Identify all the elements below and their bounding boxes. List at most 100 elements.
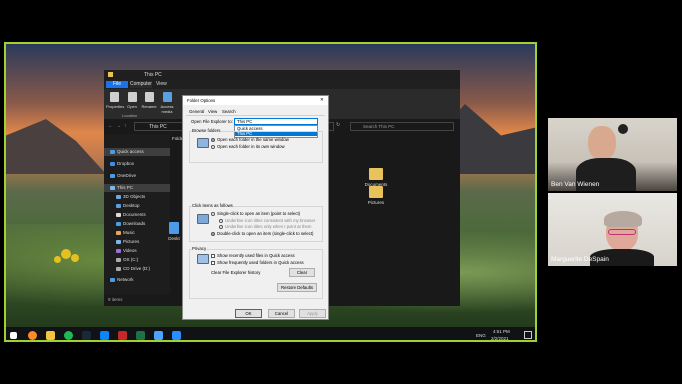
radio-double-click[interactable]: Double-click to open an item (single-cli… — [211, 231, 313, 236]
properties-label: Properties — [106, 104, 125, 109]
open-button[interactable]: Open — [124, 92, 140, 109]
checkbox-icon — [211, 253, 215, 258]
disc-icon — [116, 266, 121, 271]
tab-view[interactable]: View — [156, 81, 167, 88]
checkbox-frequent-folders[interactable]: Show frequently used folders in Quick ac… — [211, 260, 304, 265]
nav-label: Quick access — [117, 149, 144, 154]
navigation-pane: Quick access Dropbox OneDrive This PC 3D… — [104, 134, 170, 294]
clock-time[interactable]: 4:51 PM — [493, 329, 510, 334]
nav-cd-drive[interactable]: CD Drive (D:) — [116, 265, 150, 273]
nav-quick-access[interactable]: Quick access — [104, 148, 170, 156]
restore-defaults-button[interactable]: Restore Defaults — [277, 283, 317, 292]
nav-os-c[interactable]: OS (C:) — [116, 256, 138, 264]
star-icon — [110, 149, 115, 154]
mail-icon[interactable] — [154, 331, 163, 340]
radio-label: Underline icon titles only when I point … — [225, 224, 312, 229]
nav-this-pc[interactable]: This PC — [104, 184, 170, 192]
participant-video-2[interactable]: Marguerite DeSpain — [548, 193, 677, 266]
nav-pictures[interactable]: Pictures — [116, 238, 139, 246]
nav-label: 3D Objects — [123, 194, 146, 199]
firefox-icon[interactable] — [28, 331, 37, 340]
nav-label: Music — [123, 230, 135, 235]
open-explorer-label: Open File Explorer to: — [191, 119, 233, 124]
radio-icon — [211, 231, 215, 236]
folder-desktop[interactable]: Deskt — [166, 222, 182, 241]
back-icon[interactable]: ← — [108, 123, 113, 129]
refresh-icon[interactable]: ↻ — [336, 122, 340, 128]
folder-icon — [369, 168, 383, 180]
folder-pictures[interactable]: Pictures — [359, 186, 393, 205]
clock-date[interactable]: 2/2/2021 — [491, 336, 509, 340]
tab-view[interactable]: View — [208, 109, 217, 114]
status-bar: 9 items — [108, 297, 123, 302]
properties-button[interactable]: Properties — [106, 92, 125, 109]
rename-label: Rename — [141, 104, 157, 109]
folder-label: Deskt — [168, 236, 180, 241]
nav-videos[interactable]: Videos — [116, 247, 137, 255]
radio-label: Single-click to open an item (point to s… — [217, 211, 301, 216]
spotify-icon[interactable] — [64, 331, 73, 340]
glasses-shape — [608, 229, 636, 235]
close-icon[interactable]: ✕ — [320, 97, 324, 103]
radio-same-window[interactable]: Open each folder in the same window — [211, 137, 289, 142]
excel-icon[interactable] — [136, 331, 145, 340]
apply-button[interactable]: Apply — [299, 309, 326, 318]
nav-downloads[interactable]: Downloads — [116, 220, 145, 228]
tab-file[interactable]: File — [106, 81, 128, 88]
radio-label: Open each folder in the same window — [217, 137, 289, 142]
dropbox-icon — [110, 161, 115, 166]
nav-3d-objects[interactable]: 3D Objects — [116, 193, 145, 201]
checkbox-label: Show recently used files in Quick access — [217, 253, 295, 258]
access-media-button[interactable]: Access media — [159, 92, 175, 114]
radio-own-window[interactable]: Open each folder in its own window — [211, 144, 285, 149]
tab-computer[interactable]: Computer — [130, 81, 152, 88]
nav-dropbox[interactable]: Dropbox — [110, 160, 134, 168]
folder-label: Pictures — [367, 200, 385, 205]
nav-label: Videos — [123, 248, 137, 253]
nav-desktop[interactable]: Desktop — [116, 202, 140, 210]
search-field[interactable]: Search This PC — [350, 122, 454, 131]
nav-label: CD Drive (D:) — [123, 266, 150, 271]
open-explorer-dropdown[interactable]: This PC — [234, 118, 318, 125]
folder-documents[interactable]: Documents — [359, 168, 393, 187]
open-icon — [127, 92, 137, 102]
radio-underline-browser[interactable]: Underline icon titles consistent with my… — [219, 218, 315, 223]
app-icon[interactable] — [118, 331, 127, 340]
file-explorer-icon[interactable] — [46, 331, 55, 340]
notification-icon[interactable] — [524, 331, 532, 339]
click-items-label: Click items as follows — [192, 203, 233, 208]
clear-button[interactable]: Clear — [289, 268, 315, 277]
windows-start-icon[interactable] — [10, 332, 17, 339]
radio-underline-point[interactable]: Underline icon titles only when I point … — [219, 224, 311, 229]
rename-button[interactable]: Rename — [141, 92, 157, 109]
dialog-titlebar: Folder Options ✕ — [183, 96, 328, 105]
nav-documents[interactable]: Documents — [116, 211, 146, 219]
language-indicator[interactable]: ENG — [476, 333, 486, 338]
nav-onedrive[interactable]: OneDrive — [110, 172, 136, 180]
checkbox-recent-files[interactable]: Show recently used files in Quick access — [211, 253, 295, 258]
tab-search[interactable]: Search — [222, 109, 236, 114]
privacy-icon — [197, 254, 209, 264]
radio-single-click[interactable]: Single-click to open an item (point to s… — [211, 211, 300, 216]
forward-icon[interactable]: → — [116, 123, 121, 129]
tab-general[interactable]: General — [189, 109, 204, 114]
steam-icon[interactable] — [82, 331, 91, 340]
shared-screen: This PC File Computer View Properties Op… — [4, 42, 537, 342]
drive-icon — [116, 257, 121, 262]
radio-icon — [211, 211, 215, 216]
window-icon — [197, 138, 209, 148]
zoom-icon[interactable] — [172, 331, 181, 340]
radio-icon — [219, 224, 223, 229]
cancel-button[interactable]: Cancel — [268, 309, 295, 318]
media-icon — [162, 92, 172, 102]
participant-video-1[interactable]: Ben Van Wienen — [548, 118, 677, 191]
nav-music[interactable]: Music — [116, 229, 135, 237]
ok-button[interactable]: OK — [235, 309, 262, 318]
checkbox-label: Show frequently used folders in Quick ac… — [217, 260, 304, 265]
cursor-icon — [197, 214, 209, 224]
edge-icon[interactable] — [100, 331, 109, 340]
up-icon[interactable]: ↑ — [124, 123, 127, 129]
nav-label: OneDrive — [117, 173, 137, 178]
picture-icon — [116, 239, 121, 244]
nav-network[interactable]: Network — [110, 276, 134, 284]
